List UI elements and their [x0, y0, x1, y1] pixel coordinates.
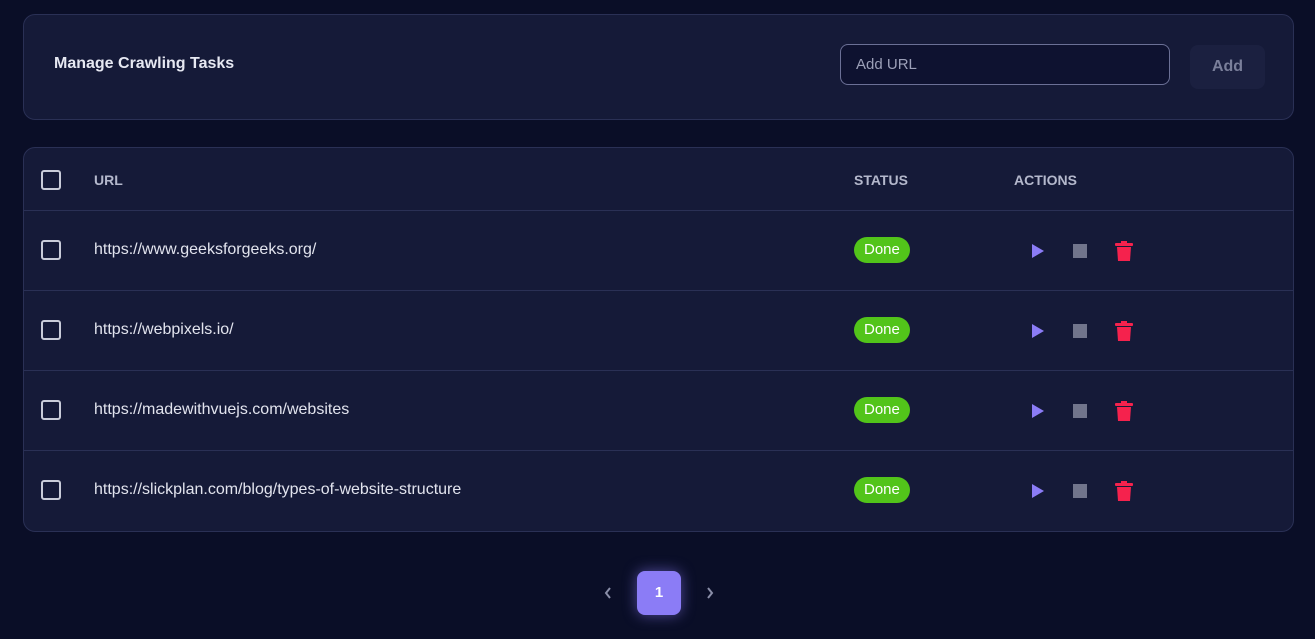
- column-header-url[interactable]: URL: [94, 172, 123, 188]
- row-url: https://webpixels.io/: [94, 321, 234, 338]
- status-badge: Done: [854, 237, 910, 263]
- chevron-right-icon: [707, 587, 714, 599]
- table-row: https://www.geeksforgeeks.org/ Done: [24, 211, 1293, 291]
- column-header-status[interactable]: STATUS: [854, 172, 908, 188]
- status-badge: Done: [854, 477, 910, 503]
- pagination: 1: [596, 571, 722, 615]
- table-header-row: URL STATUS ACTIONS: [24, 148, 1293, 211]
- row-url: https://madewithvuejs.com/websites: [94, 401, 350, 418]
- play-icon: [1032, 324, 1044, 338]
- stop-icon: [1073, 404, 1087, 418]
- add-url-input[interactable]: [840, 44, 1170, 85]
- stop-icon: [1073, 484, 1087, 498]
- stop-button[interactable]: [1068, 479, 1092, 503]
- next-page-button[interactable]: [700, 583, 720, 603]
- play-icon: [1032, 484, 1044, 498]
- play-icon: [1032, 244, 1044, 258]
- delete-button[interactable]: [1112, 319, 1136, 343]
- row-checkbox[interactable]: [41, 480, 61, 500]
- select-all-checkbox[interactable]: [41, 170, 61, 190]
- stop-icon: [1073, 324, 1087, 338]
- play-button[interactable]: [1026, 239, 1050, 263]
- row-checkbox[interactable]: [41, 400, 61, 420]
- row-url: https://www.geeksforgeeks.org/: [94, 241, 317, 258]
- table-row: https://madewithvuejs.com/websites Done: [24, 371, 1293, 451]
- play-button[interactable]: [1026, 319, 1050, 343]
- delete-button[interactable]: [1112, 239, 1136, 263]
- row-url: https://slickplan.com/blog/types-of-webs…: [94, 481, 462, 498]
- trash-icon: [1115, 240, 1133, 261]
- status-badge: Done: [854, 397, 910, 423]
- trash-icon: [1115, 480, 1133, 501]
- add-button[interactable]: Add: [1190, 45, 1265, 89]
- stop-button[interactable]: [1068, 239, 1092, 263]
- column-header-actions: ACTIONS: [1014, 172, 1077, 188]
- stop-button[interactable]: [1068, 399, 1092, 423]
- play-icon: [1032, 404, 1044, 418]
- row-checkbox[interactable]: [41, 240, 61, 260]
- page-number-current[interactable]: 1: [637, 571, 681, 615]
- play-button[interactable]: [1026, 479, 1050, 503]
- play-button[interactable]: [1026, 399, 1050, 423]
- tasks-table: URL STATUS ACTIONS https://www.geeksforg…: [23, 147, 1294, 532]
- stop-button[interactable]: [1068, 319, 1092, 343]
- row-checkbox[interactable]: [41, 320, 61, 340]
- stop-icon: [1073, 244, 1087, 258]
- task-manager-header: Manage Crawling Tasks Add: [23, 14, 1294, 120]
- previous-page-button[interactable]: [598, 583, 618, 603]
- delete-button[interactable]: [1112, 479, 1136, 503]
- page-title: Manage Crawling Tasks: [54, 55, 235, 72]
- status-badge: Done: [854, 317, 910, 343]
- trash-icon: [1115, 320, 1133, 341]
- chevron-left-icon: [604, 587, 611, 599]
- table-row: https://webpixels.io/ Done: [24, 291, 1293, 371]
- delete-button[interactable]: [1112, 399, 1136, 423]
- table-row: https://slickplan.com/blog/types-of-webs…: [24, 451, 1293, 531]
- trash-icon: [1115, 400, 1133, 421]
